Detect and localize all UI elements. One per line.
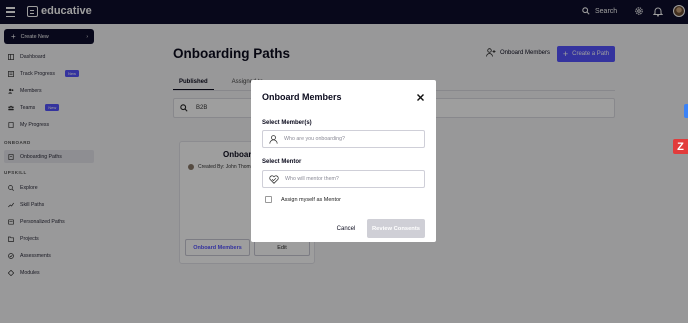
review-consents-button[interactable]: Review Consents	[367, 219, 425, 238]
onboard-members-modal: Onboard Members Select Member(s) Select …	[251, 80, 436, 242]
assign-self-checkbox[interactable]	[265, 196, 272, 203]
zendesk-icon[interactable]: Z	[673, 139, 688, 154]
mentor-heart-icon	[269, 174, 279, 184]
close-icon[interactable]	[416, 93, 425, 102]
members-field[interactable]	[262, 130, 425, 148]
assign-self-row[interactable]: Assign myself as Mentor	[265, 196, 341, 203]
user-icon	[269, 134, 278, 144]
mentor-label: Select Mentor	[262, 159, 302, 165]
modal-title: Onboard Members	[262, 92, 342, 102]
members-input[interactable]	[284, 136, 414, 142]
members-label: Select Member(s)	[262, 120, 312, 126]
assign-self-label: Assign myself as Mentor	[281, 196, 341, 203]
cancel-button[interactable]: Cancel	[329, 221, 363, 236]
mentor-input[interactable]	[285, 176, 415, 182]
side-feedback-tab[interactable]	[684, 104, 688, 118]
mentor-field[interactable]	[262, 170, 425, 188]
